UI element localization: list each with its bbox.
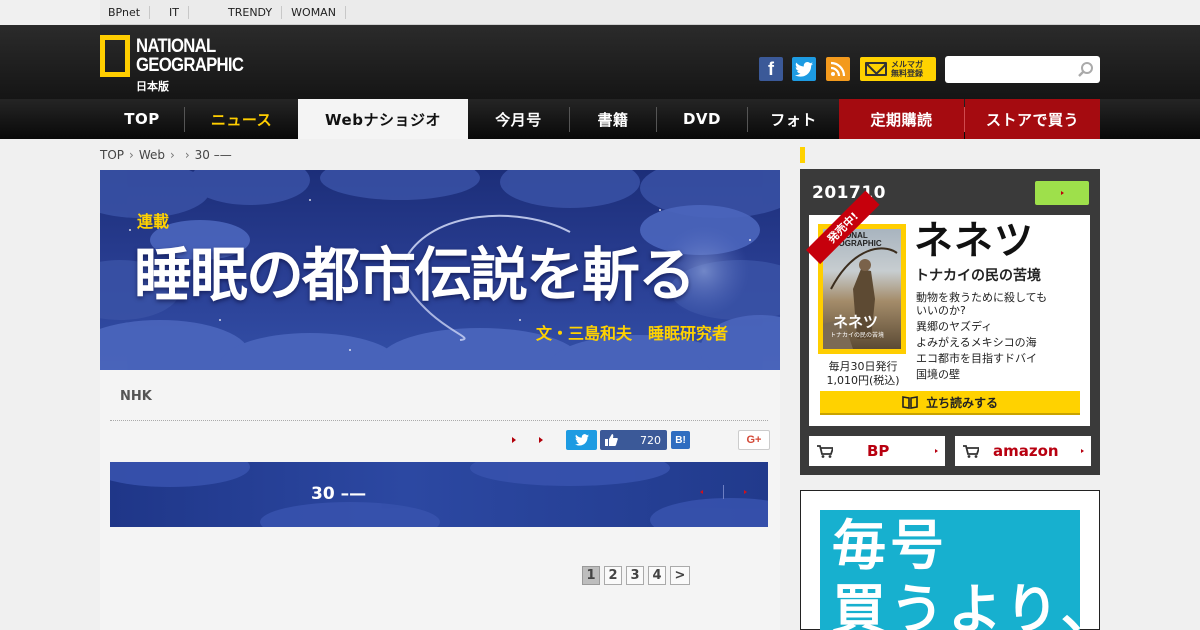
breadcrumb: TOP › Web › › 30 –— (100, 148, 232, 162)
magazine-feature: いいのか? (916, 304, 966, 317)
cart-icon (963, 444, 979, 458)
arrow-right-icon (1060, 191, 1064, 195)
page-2[interactable]: 2 (604, 566, 622, 585)
cover-title: ネネツ (833, 313, 879, 331)
logo-text-geographic[interactable]: GEOGRAPHIC (136, 56, 244, 75)
chevron-right-icon: › (184, 148, 190, 162)
facebook-like-count: 720 (640, 433, 661, 447)
rss-icon[interactable] (826, 57, 850, 81)
buy-amazon-button[interactable]: amazon (955, 436, 1091, 466)
utility-link[interactable]: IT (169, 5, 190, 19)
ad-text-line2: 買うより、 (832, 578, 1119, 630)
magazine-feature: よみがえるメキシコの海 (916, 336, 1037, 349)
twitter-icon (575, 434, 589, 446)
page-4[interactable]: 4 (648, 566, 666, 585)
utility-link[interactable]: TRENDY (228, 5, 283, 19)
search-icon[interactable] (1077, 61, 1094, 78)
buy-amazon-label: amazon (993, 442, 1059, 460)
band-cloud-background (110, 462, 768, 527)
article-author: NHK (120, 389, 152, 404)
arrow-right-icon[interactable] (539, 437, 543, 443)
page-next[interactable]: > (670, 566, 690, 585)
magazine-headline[interactable]: ネネツ (914, 220, 1034, 264)
logo-text-japan[interactable]: 日本版 (136, 78, 169, 94)
page-1[interactable]: 1 (582, 566, 600, 585)
article-title: 30 –— (311, 484, 367, 504)
newsletter-label-line2: 無料登録 (891, 69, 923, 78)
utility-bar: BPnet IT TRENDY WOMAN (100, 0, 1100, 25)
chevron-right-icon: › (170, 148, 175, 162)
nav-item-this-month[interactable]: 今月号 (468, 99, 569, 139)
band-divider (723, 485, 724, 499)
article-title-band (110, 462, 768, 527)
issue-price: 1,010円(税込) (826, 374, 900, 387)
arrow-right-icon (1081, 449, 1084, 453)
preview-read-label: 立ち読みする (925, 395, 998, 410)
magazine-feature: 動物を救うために殺しても (916, 291, 1048, 304)
arrow-right-icon (935, 449, 938, 453)
magazine-subtitle: トナカイの民の苦境 (915, 268, 1041, 284)
page-3[interactable]: 3 (626, 566, 644, 585)
cart-icon (817, 444, 833, 458)
nav-item-subscribe[interactable]: 定期購読 (839, 99, 964, 139)
newsletter-button[interactable]: メルマガ 無料登録 (860, 57, 936, 81)
nav-item-store[interactable]: ストアで買う (965, 99, 1100, 139)
hatena-bookmark-button[interactable]: B! (671, 431, 690, 449)
magazine-feature: 異郷のヤズディ (916, 320, 993, 333)
series-title: 睡眠の都市伝説を斬る (134, 241, 696, 309)
nav-item-dvd[interactable]: DVD (657, 99, 747, 139)
newsletter-label: メルマガ 無料登録 (891, 60, 923, 78)
utility-link[interactable]: BPnet (108, 5, 151, 19)
prev-arrow-icon[interactable] (700, 490, 703, 494)
ad-text-line1: 毎号 (832, 514, 948, 577)
breadcrumb-current: 30 –— (194, 148, 232, 162)
buy-bp-button[interactable]: BP (809, 436, 945, 466)
sidebar-heading-marker (800, 147, 805, 163)
series-byline: 文・三島和夫 睡眠研究者 (536, 324, 729, 343)
logo-text-national[interactable]: NATIONAL (136, 37, 216, 56)
magazine-feature: 国境の壁 (916, 368, 960, 381)
nav-item-web-natgeo[interactable]: Webナショジオ (298, 99, 468, 139)
google-plus-button[interactable]: G+ (738, 430, 770, 450)
mail-icon (865, 62, 887, 76)
dotted-divider (110, 420, 768, 421)
chevron-right-icon: › (129, 148, 134, 162)
utility-link[interactable]: WOMAN (291, 5, 346, 19)
series-hero-banner: 連載 睡眠の都市伝説を斬る 文・三島和夫 睡眠研究者 (100, 170, 780, 370)
cover-subtitle: トナカイの民の苦境 (830, 332, 885, 339)
book-icon (902, 395, 918, 409)
nav-item-top[interactable]: TOP (100, 99, 184, 139)
breadcrumb-web[interactable]: Web (139, 148, 165, 162)
twitter-icon[interactable] (792, 57, 816, 81)
nav-item-books[interactable]: 書籍 (570, 99, 656, 139)
thumbs-up-icon (605, 434, 618, 446)
next-arrow-icon[interactable] (744, 490, 747, 494)
tweet-button[interactable] (566, 430, 597, 450)
magazine-feature: エコ都市を目指すドバイ (916, 352, 1037, 365)
nav-item-photo[interactable]: フォト (748, 99, 839, 139)
buy-bp-label: BP (867, 442, 890, 460)
newsletter-label-line1: メルマガ (891, 60, 923, 69)
magazine-more-button[interactable] (1035, 181, 1089, 205)
logo-yellow-border[interactable] (100, 35, 130, 77)
arrow-right-icon[interactable] (512, 437, 516, 443)
nav-item-news[interactable]: ニュース (185, 99, 298, 139)
breadcrumb-top[interactable]: TOP (100, 148, 124, 162)
preview-read-button[interactable]: 立ち読みする (820, 391, 1080, 415)
facebook-like-button[interactable]: 720 (600, 430, 667, 450)
facebook-icon[interactable]: f (759, 57, 783, 81)
